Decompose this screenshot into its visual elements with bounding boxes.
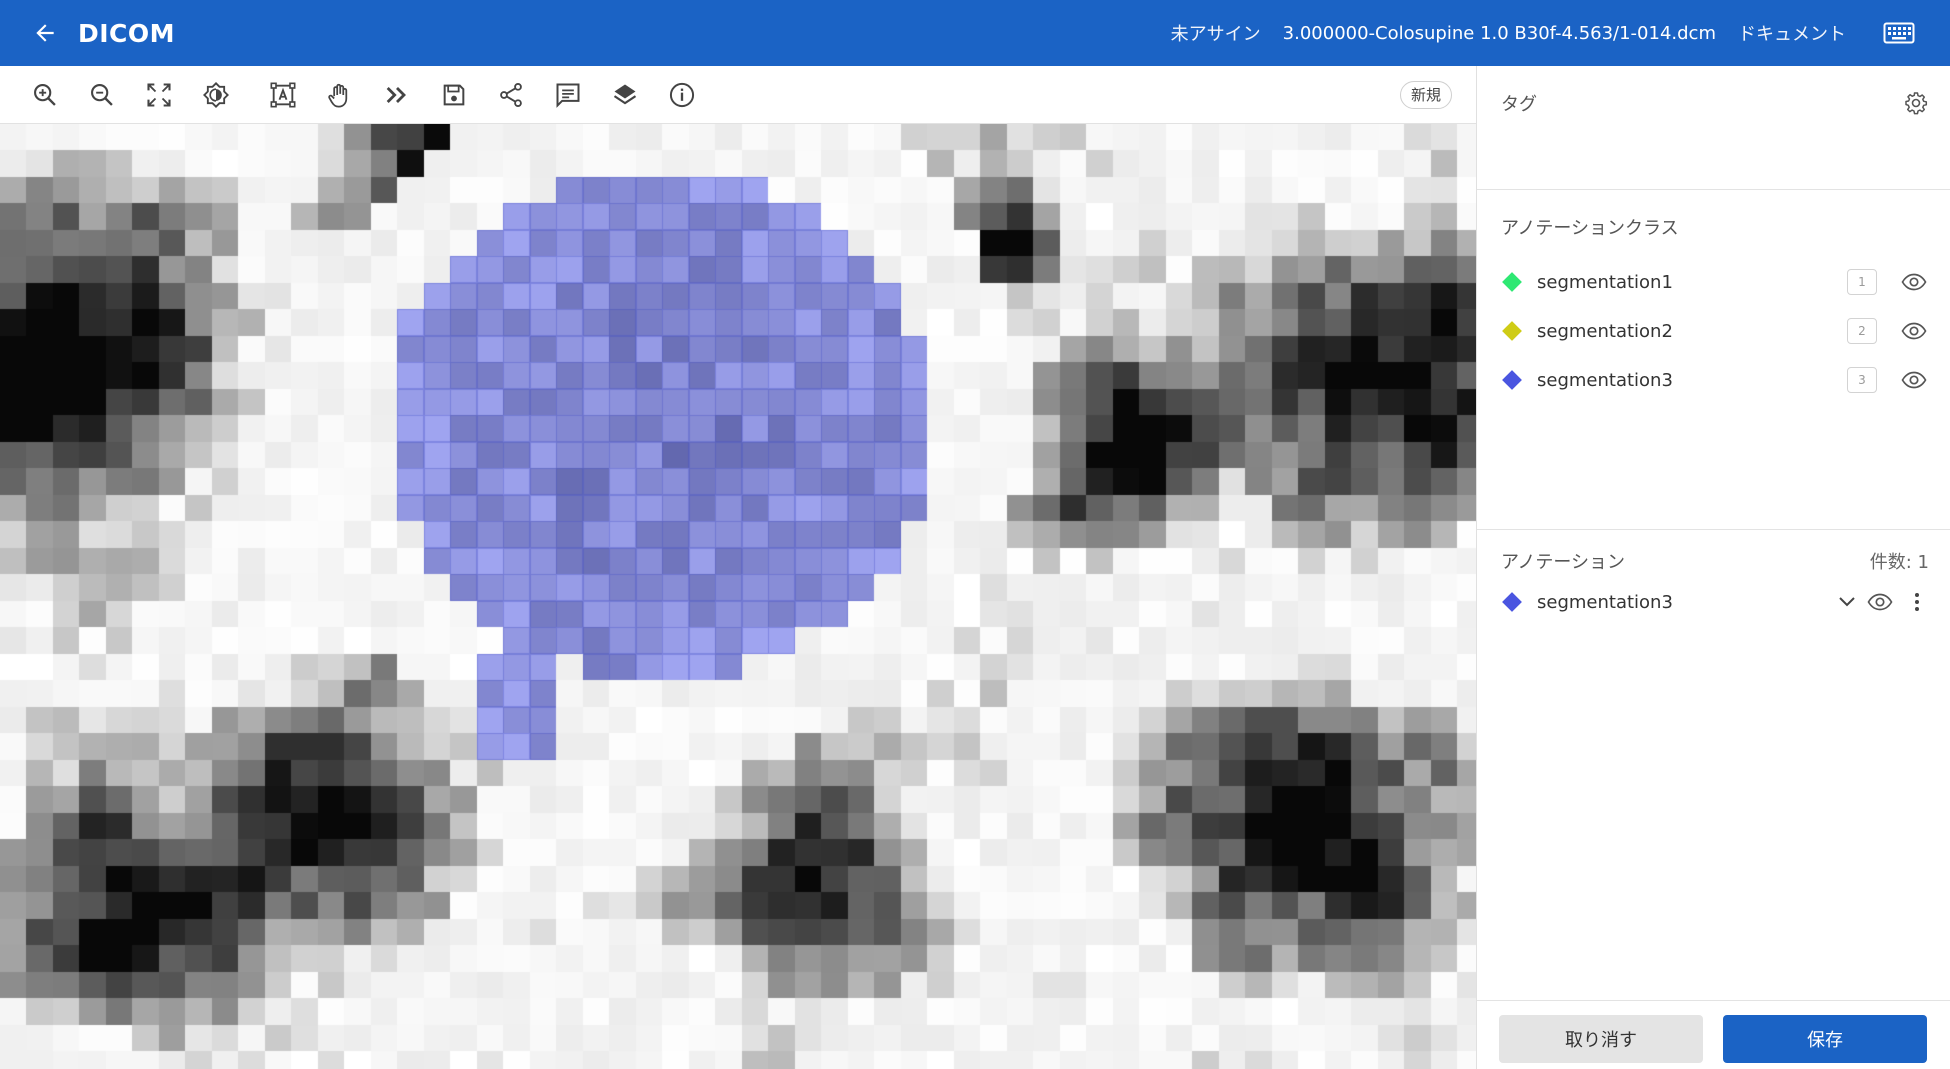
eye-icon [1901,322,1927,340]
annotation-label: segmentation3 [1537,591,1673,613]
share-button[interactable] [495,79,527,111]
text-box-button[interactable] [267,79,299,111]
keyboard-shortcuts-button[interactable] [1876,10,1922,56]
info-icon [669,82,695,108]
zoom-in-icon [34,84,56,106]
chevron-down-icon [1839,597,1855,607]
contrast-icon [203,82,229,108]
new-badge: 新規 [1399,81,1452,109]
eye-icon [1867,593,1893,611]
info-button[interactable] [666,79,698,111]
arrow-left-icon [36,24,54,42]
class-color-diamond-icon [1502,272,1522,292]
dicom-image-viewer[interactable] [0,124,1476,1069]
side-panel: タグ アノテーションクラス segmentation1 1 segmentati… [1476,66,1950,1069]
class-color-diamond-icon [1502,321,1522,341]
panel-footer: 取り消す 保存 [1477,1000,1950,1069]
eye-icon [1901,371,1927,389]
class-label: segmentation2 [1537,320,1673,342]
contrast-button[interactable] [200,79,232,111]
pan-hand-icon [328,83,348,108]
visibility-toggle[interactable] [1899,269,1929,295]
file-name: 3.000000-Colosupine 1.0 B30f-4.563/1-014… [1282,22,1716,44]
class-item-segmentation3[interactable]: segmentation3 3 [1501,360,1929,400]
layers-button[interactable] [609,79,641,111]
save-button[interactable]: 保存 [1723,1015,1927,1063]
annotation-menu-button[interactable] [1905,589,1929,615]
class-hotkey: 3 [1847,367,1877,393]
zoom-in-button[interactable] [29,79,61,111]
fit-screen-icon [147,83,171,107]
annotation-item[interactable]: segmentation3 [1501,582,1929,622]
tag-settings-button[interactable] [1901,88,1931,118]
tags-title: タグ [1501,94,1537,115]
layers-icon [613,84,637,105]
cancel-button[interactable]: 取り消す [1499,1015,1703,1063]
back-button[interactable] [20,8,70,58]
class-hotkey: 2 [1847,318,1877,344]
class-item-segmentation2[interactable]: segmentation2 2 [1501,311,1929,351]
save-icon [443,84,465,106]
class-label: segmentation3 [1537,369,1673,391]
class-label: segmentation1 [1537,271,1673,293]
annotations-section: アノテーション 件数: 1 segmentation3 [1477,530,1950,1000]
more-vert-icon [1915,593,1919,611]
keyboard-icon [1883,22,1915,44]
app-title: DICOM [78,18,176,48]
document-link[interactable]: ドキュメント [1738,20,1846,46]
app-header: DICOM 未アサイン 3.000000-Colosupine 1.0 B30f… [0,0,1950,66]
annotation-classes-title: アノテーションクラス [1501,218,1679,239]
class-hotkey: 1 [1847,269,1877,295]
annotation-color-diamond-icon [1502,592,1522,612]
zoom-out-button[interactable] [86,79,118,111]
annotation-classes-section: アノテーションクラス segmentation1 1 segmentation2… [1477,190,1950,530]
fast-forward-button[interactable] [381,79,413,111]
text-box-icon [270,82,296,108]
class-color-diamond-icon [1502,370,1522,390]
dicom-image-canvas[interactable] [0,124,1476,1069]
visibility-toggle[interactable] [1899,367,1929,393]
visibility-toggle[interactable] [1899,318,1929,344]
zoom-out-icon [91,84,113,106]
expand-button[interactable] [1835,589,1859,615]
dicom-annotation-app: DICOM 未アサイン 3.000000-Colosupine 1.0 B30f… [0,0,1950,1069]
fit-screen-button[interactable] [143,79,175,111]
annotations-title: アノテーション [1501,552,1626,573]
fast-forward-icon [386,87,406,103]
tags-section: タグ [1477,66,1950,190]
pan-button[interactable] [324,79,356,111]
eye-icon [1901,273,1927,291]
class-item-segmentation1[interactable]: segmentation1 1 [1501,262,1929,302]
annotation-count: 件数: 1 [1869,552,1929,573]
gear-icon [1905,92,1928,115]
annotation-visibility-toggle[interactable] [1865,589,1895,615]
comment-button[interactable] [552,79,584,111]
viewer-toolbar: 新規 [0,66,1476,124]
comment-icon [556,83,580,108]
save-tool-button[interactable] [438,79,470,111]
assignee-status: 未アサイン [1170,24,1261,45]
share-icon [500,82,522,108]
